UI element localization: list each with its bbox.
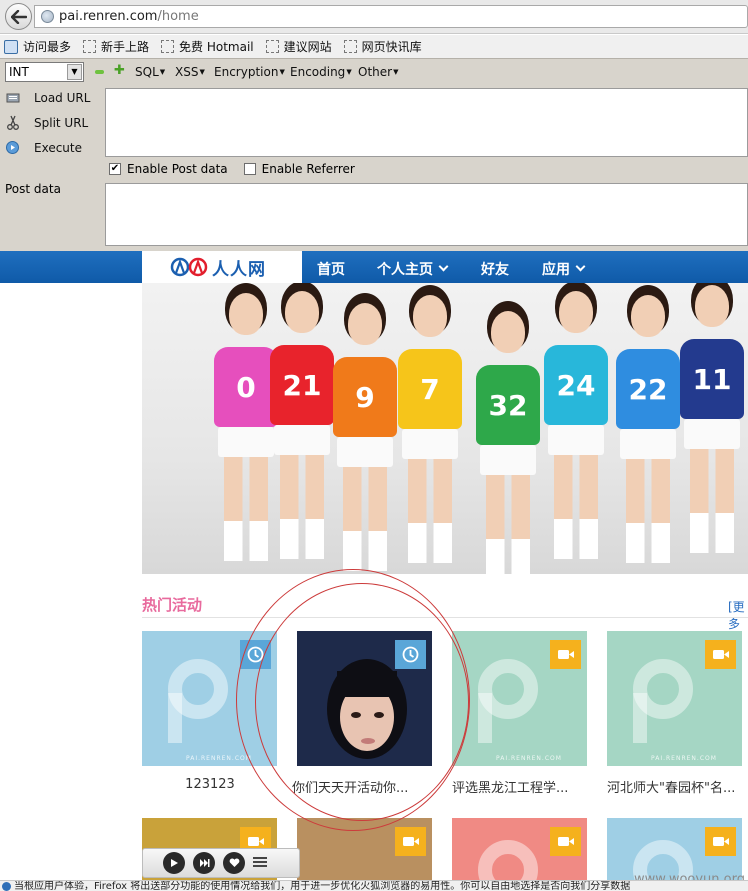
video-camera-icon — [550, 640, 581, 669]
activity-card[interactable] — [297, 631, 432, 766]
execute-button[interactable]: Execute — [5, 140, 82, 155]
post-options: ✔ Enable Post data Enable Referrer — [109, 162, 355, 176]
bookmark-getting-started[interactable]: 新手上路 — [83, 38, 149, 55]
decrement-icon[interactable] — [95, 70, 104, 74]
music-player — [142, 848, 300, 878]
jersey-number: 7 — [398, 349, 462, 429]
bookmark-most-visited[interactable]: 访问最多 — [4, 38, 71, 55]
nav-friends[interactable]: 好友 — [481, 259, 509, 279]
video-camera-icon — [395, 827, 426, 856]
more-link[interactable]: [更多 — [728, 598, 748, 632]
hackbar-panel: INT ▼ ✚ SQL▼ XSS▼ Encryption▼ Encoding▼ … — [0, 58, 748, 251]
activity-card-title[interactable]: 123123 — [135, 777, 285, 792]
encryption-menu[interactable]: Encryption▼ — [214, 65, 285, 79]
jersey-number: 0 — [214, 347, 278, 427]
scissors-icon — [5, 115, 20, 130]
bookmark-suggested-sites[interactable]: 建议网站 — [265, 38, 332, 55]
activity-card[interactable]: PAI.RENREN.COM — [452, 631, 587, 766]
jersey-number: 24 — [544, 345, 608, 425]
video-camera-icon — [705, 640, 736, 669]
search-icon — [4, 39, 18, 54]
address-input[interactable]: pai.renren.com/home — [34, 5, 748, 28]
split-url-button[interactable]: Split URL — [5, 115, 88, 130]
sql-menu[interactable]: SQL▼ — [135, 65, 165, 79]
site-nav: 人人网 首页 个人主页 好友 应用 — [0, 251, 748, 283]
url-path: /home — [157, 9, 199, 24]
like-button[interactable] — [223, 852, 245, 874]
video-camera-icon — [550, 827, 581, 856]
nav-apps[interactable]: 应用 — [542, 259, 586, 279]
activity-card-title[interactable]: 评选黑龙江工程学... — [452, 777, 592, 796]
play-button[interactable] — [163, 852, 185, 874]
xss-menu[interactable]: XSS▼ — [175, 65, 205, 79]
bookmark-web-slice[interactable]: 网页快讯库 — [343, 38, 422, 55]
jersey-number: 21 — [270, 345, 334, 425]
status-bar: 当根应用户体验，Firefox 将出送部分功能的使用情况给我们，用于进一步优化火… — [0, 880, 748, 891]
bookmark-hotmail[interactable]: 免费 Hotmail — [161, 38, 254, 55]
info-icon — [2, 882, 11, 891]
activity-card[interactable] — [297, 818, 432, 880]
activity-card[interactable] — [452, 818, 587, 880]
activity-card-title[interactable]: 你们天天开活动你... — [292, 777, 432, 796]
hackbar-toolbar: INT ▼ ✚ SQL▼ XSS▼ Encryption▼ Encoding▼ … — [0, 59, 748, 85]
increment-icon[interactable]: ✚ — [114, 63, 125, 78]
hero-banner-image[interactable]: 0 21 9 7 32 24 22 11 — [142, 283, 748, 574]
play-icon — [171, 859, 178, 867]
bookmark-icon — [83, 40, 97, 53]
encoding-menu[interactable]: Encoding▼ — [290, 65, 352, 79]
placeholder-logo-icon — [478, 840, 538, 880]
jersey-number: 11 — [680, 339, 744, 419]
load-icon — [5, 90, 20, 105]
nav-home[interactable]: 首页 — [317, 259, 345, 279]
clock-icon — [240, 640, 271, 669]
nav-profile[interactable]: 个人主页 — [377, 259, 449, 279]
globe-icon — [41, 10, 54, 23]
play-icon — [5, 140, 20, 155]
bookmark-icon — [265, 40, 279, 53]
next-button[interactable] — [193, 852, 215, 874]
skip-forward-icon — [199, 859, 209, 867]
video-camera-icon — [705, 827, 736, 856]
browser-url-bar: pai.renren.com/home — [0, 0, 748, 34]
post-data-textarea[interactable] — [105, 183, 748, 246]
other-menu[interactable]: Other▼ — [358, 65, 398, 79]
bookmark-icon — [161, 40, 175, 53]
back-button[interactable] — [5, 3, 32, 30]
renren-logo-icon — [170, 257, 208, 277]
load-url-button[interactable]: Load URL — [5, 90, 90, 105]
activity-card[interactable] — [607, 818, 742, 880]
post-data-label: Post data — [5, 182, 61, 196]
activity-card[interactable]: PAI.RENREN.COM — [142, 631, 277, 766]
type-select[interactable]: INT ▼ — [5, 62, 84, 82]
clock-icon — [395, 640, 426, 669]
divider — [142, 617, 748, 618]
chevron-down-icon: ▼ — [67, 64, 82, 80]
activity-card[interactable]: PAI.RENREN.COM — [607, 631, 742, 766]
bookmark-icon — [343, 40, 357, 53]
bookmarks-toolbar: 访问最多 新手上路 免费 Hotmail 建议网站 网页快讯库 — [0, 35, 748, 58]
back-arrow-icon — [10, 9, 27, 24]
heart-icon — [229, 858, 239, 867]
playlist-icon[interactable] — [253, 856, 267, 871]
chevron-down-icon — [575, 261, 586, 272]
renren-logo[interactable]: 人人网 — [142, 251, 302, 283]
enable-post-checkbox[interactable]: ✔ — [109, 163, 121, 175]
jersey-number: 32 — [476, 365, 540, 445]
section-title: 热门活动 — [142, 596, 203, 614]
jersey-number: 22 — [616, 349, 680, 429]
activity-card-title[interactable]: 河北师大"春园杯"名... — [607, 777, 748, 796]
enable-referrer-checkbox[interactable] — [243, 163, 256, 175]
url-textarea[interactable] — [105, 88, 748, 157]
url-host: pai.renren.com — [59, 9, 158, 24]
jersey-number: 9 — [333, 357, 397, 437]
chevron-down-icon — [438, 261, 449, 272]
